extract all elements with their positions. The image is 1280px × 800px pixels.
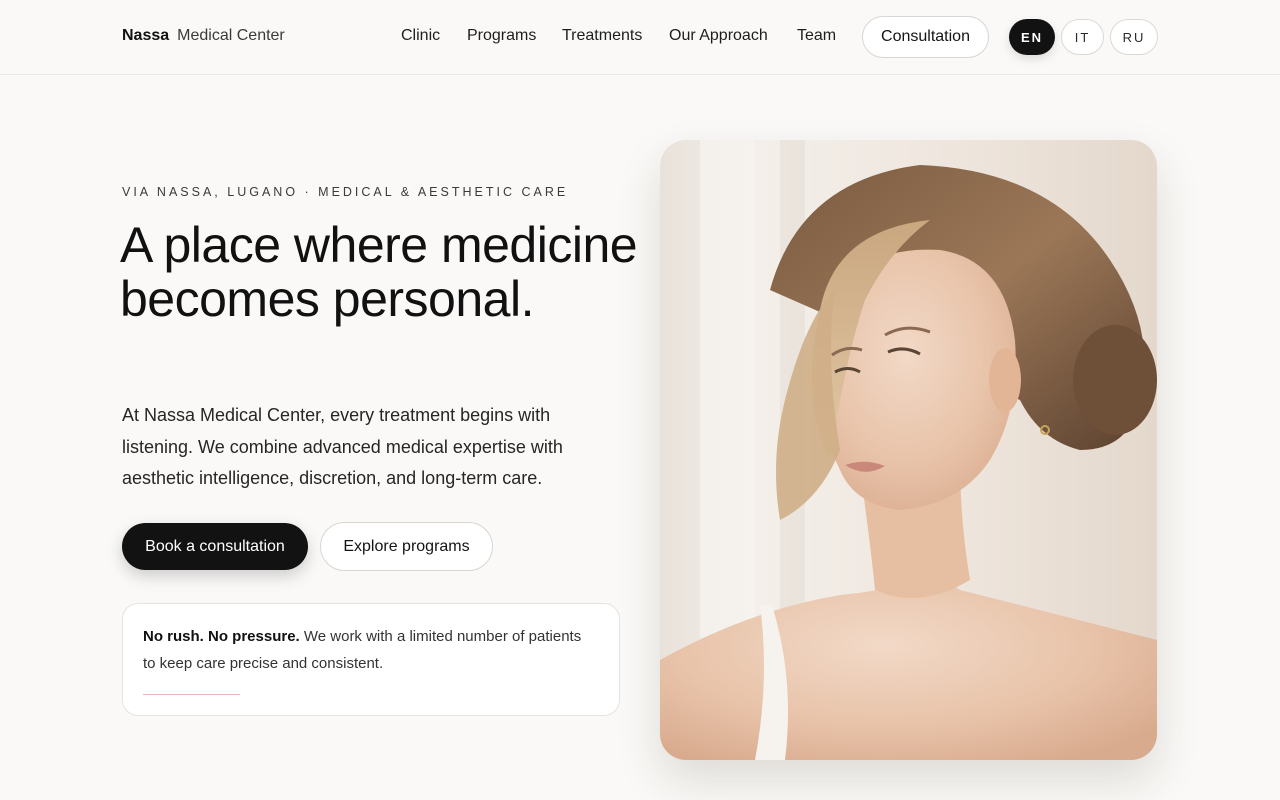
hero-headline: A place where medicine becomes personal. xyxy=(120,217,638,327)
nav-link-our-approach[interactable]: Our Approach xyxy=(669,26,768,46)
nav-link-programs[interactable]: Programs xyxy=(467,26,536,46)
info-note-card: No rush. No pressure. We work with a lim… xyxy=(122,603,620,716)
note-text: No rush. No pressure. We work with a lim… xyxy=(143,623,593,677)
language-en-button[interactable]: EN xyxy=(1009,19,1055,55)
hero-eyebrow: VIA NASSA, LUGANO · MEDICAL & AESTHETIC … xyxy=(122,185,569,199)
hero-lead: At Nassa Medical Center, every treatment… xyxy=(122,405,563,488)
nav-link-team[interactable]: Team xyxy=(797,26,836,46)
nav-link-treatments[interactable]: Treatments xyxy=(562,26,642,46)
brand-subtitle: Medical Center xyxy=(177,27,285,44)
language-ru-button[interactable]: RU xyxy=(1110,19,1158,55)
brand-name: Nassa xyxy=(122,27,170,44)
explore-programs-button[interactable]: Explore programs xyxy=(320,522,493,571)
language-it-button[interactable]: IT xyxy=(1061,19,1104,55)
hero-portrait-image xyxy=(660,140,1157,760)
note-emphasis: No rush. No pressure. xyxy=(143,628,300,645)
nav-link-clinic[interactable]: Clinic xyxy=(401,26,440,46)
portrait-illustration xyxy=(660,140,1157,760)
accent-divider xyxy=(143,694,240,695)
consultation-button[interactable]: Consultation xyxy=(862,16,989,58)
book-consultation-button[interactable]: Book a consultation xyxy=(122,523,308,570)
brand-logo[interactable]: Nassa Medical Center xyxy=(122,26,285,46)
site-header: Nassa Medical Center Clinic Programs Trea… xyxy=(0,0,1280,75)
